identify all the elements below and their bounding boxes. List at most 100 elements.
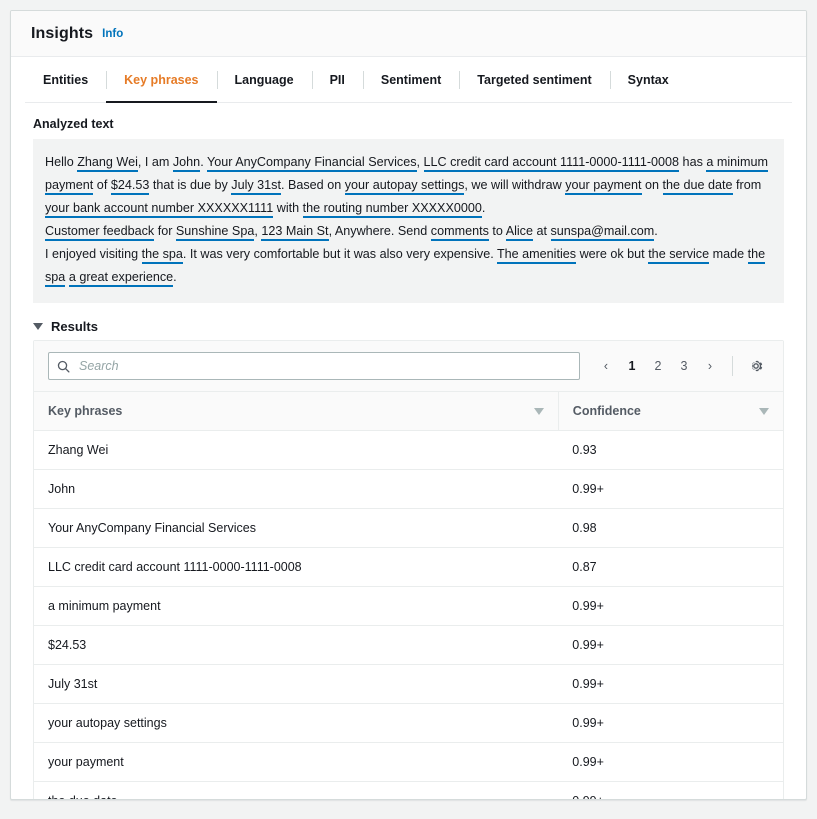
column-header-key-phrases[interactable]: Key phrases <box>34 392 558 431</box>
column-label-confidence: Confidence <box>573 404 641 418</box>
tab-pii[interactable]: PII <box>312 58 363 102</box>
key-phrase-highlight[interactable]: sunspa@mail.com <box>551 224 655 241</box>
search-icon <box>57 360 70 373</box>
pagination-prev-icon[interactable]: ‹ <box>594 354 618 378</box>
cell-confidence: 0.99+ <box>558 743 783 782</box>
key-phrase-highlight[interactable]: Customer feedback <box>45 224 154 241</box>
tab-language[interactable]: Language <box>217 58 312 102</box>
key-phrase-highlight[interactable]: Alice <box>506 224 533 241</box>
table-row[interactable]: your autopay settings0.99+ <box>34 704 783 743</box>
analyzed-text-run: . <box>173 270 177 284</box>
analyzed-text-run: for <box>154 224 176 238</box>
key-phrase-highlight[interactable]: your bank account number XXXXXX1111 <box>45 201 273 218</box>
cell-confidence: 0.99+ <box>558 626 783 665</box>
analyzed-text-run: to <box>489 224 506 238</box>
key-phrase-highlight[interactable]: the service <box>648 247 709 264</box>
key-phrase-highlight[interactable]: your autopay settings <box>345 178 465 195</box>
results-table: Key phrases Confidence <box>34 392 783 800</box>
cell-key-phrase: your autopay settings <box>34 704 558 743</box>
table-row[interactable]: your payment0.99+ <box>34 743 783 782</box>
analyzed-text-label: Analyzed text <box>33 117 784 131</box>
key-phrase-highlight[interactable]: comments <box>431 224 489 241</box>
tab-syntax[interactable]: Syntax <box>610 58 687 102</box>
analyzed-text-run: has <box>679 155 706 169</box>
search-input[interactable] <box>77 358 571 374</box>
cell-confidence: 0.87 <box>558 548 783 587</box>
results-toolbar: ‹ 1 2 3 › <box>34 341 783 392</box>
info-link[interactable]: Info <box>102 28 123 40</box>
gear-icon[interactable] <box>743 353 769 379</box>
cell-key-phrase: a minimum payment <box>34 587 558 626</box>
search-box[interactable] <box>48 352 580 380</box>
analyzed-text-run: with <box>273 201 302 215</box>
cell-key-phrase: $24.53 <box>34 626 558 665</box>
pagination-next-icon[interactable]: › <box>698 354 722 378</box>
tab-sentiment[interactable]: Sentiment <box>363 58 459 102</box>
key-phrase-highlight[interactable]: Zhang Wei <box>77 155 138 172</box>
key-phrase-highlight[interactable]: Your AnyCompany Financial Services <box>207 155 417 172</box>
analyzed-text-run: . <box>200 155 207 169</box>
tab-key-phrases[interactable]: Key phrases <box>106 58 216 102</box>
tab-targeted-sentiment[interactable]: Targeted sentiment <box>459 58 609 102</box>
table-row[interactable]: a minimum payment0.99+ <box>34 587 783 626</box>
key-phrase-highlight[interactable]: July 31st <box>231 178 281 195</box>
pagination-page-1[interactable]: 1 <box>620 354 644 378</box>
sort-descending-icon-confidence[interactable] <box>759 408 769 415</box>
toolbar-divider <box>732 356 733 376</box>
analyzed-text-run: were ok but <box>576 247 648 261</box>
table-row[interactable]: Your AnyCompany Financial Services0.98 <box>34 509 783 548</box>
cell-confidence: 0.99+ <box>558 470 783 509</box>
cell-confidence: 0.99+ <box>558 587 783 626</box>
analyzed-text-run: , <box>417 155 424 169</box>
tab-entities[interactable]: Entities <box>25 58 106 102</box>
key-phrase-highlight[interactable]: the due date <box>663 178 733 195</box>
key-phrase-highlight[interactable]: a great experience <box>69 270 173 287</box>
analyzed-text-run: . Based on <box>281 178 345 192</box>
analyzed-text-run: I enjoyed visiting <box>45 247 142 261</box>
key-phrase-highlight[interactable]: Sunshine Spa <box>176 224 254 241</box>
pagination-page-2[interactable]: 2 <box>646 354 670 378</box>
analyzed-text-run: from <box>733 178 762 192</box>
tab-label: Targeted sentiment <box>477 73 591 87</box>
key-phrase-highlight[interactable]: John <box>173 155 200 172</box>
page-title: Insights <box>31 25 93 43</box>
cell-confidence: 0.99+ <box>558 704 783 743</box>
cell-key-phrase: July 31st <box>34 665 558 704</box>
key-phrase-highlight[interactable]: 123 Main St <box>261 224 328 241</box>
results-table-card: ‹ 1 2 3 › <box>33 340 784 800</box>
sort-descending-icon-key-phrases[interactable] <box>534 408 544 415</box>
cell-confidence: 0.98 <box>558 509 783 548</box>
key-phrase-highlight[interactable]: LLC credit card account 1111-0000-1111-0… <box>424 155 680 172</box>
results-section-toggle[interactable]: Results <box>33 319 784 334</box>
cell-confidence: 0.93 <box>558 431 783 470</box>
key-phrase-highlight[interactable]: the spa <box>142 247 183 264</box>
table-row[interactable]: Zhang Wei0.93 <box>34 431 783 470</box>
tab-label: Syntax <box>628 73 669 87</box>
cell-key-phrase: your payment <box>34 743 558 782</box>
analyzed-text-run: of <box>93 178 111 192</box>
tab-label: Entities <box>43 73 88 87</box>
key-phrase-highlight[interactable]: The amenities <box>497 247 576 264</box>
analyzed-text-run: that is due by <box>149 178 231 192</box>
key-phrase-highlight[interactable]: $24.53 <box>111 178 150 195</box>
table-row[interactable]: the due date0.99+ <box>34 782 783 801</box>
table-row[interactable]: $24.530.99+ <box>34 626 783 665</box>
panel-header: Insights Info <box>11 11 806 57</box>
results-title: Results <box>51 319 98 334</box>
insights-panel: Insights Info EntitiesKey phrasesLanguag… <box>10 10 807 800</box>
analyzed-text-run: , I am <box>138 155 173 169</box>
cell-key-phrase: John <box>34 470 558 509</box>
analyzed-text-run: Hello <box>45 155 77 169</box>
key-phrase-highlight[interactable]: the routing number XXXXX0000 <box>303 201 482 218</box>
analyzed-text-run: , Anywhere. Send <box>329 224 431 238</box>
chevron-down-icon <box>33 323 43 330</box>
key-phrase-highlight[interactable]: your payment <box>565 178 641 195</box>
tabs-wrapper: Entities Key phrasesLanguagePIISentiment T… <box>11 57 806 103</box>
table-row[interactable]: John0.99+ <box>34 470 783 509</box>
column-header-confidence[interactable]: Confidence <box>558 392 783 431</box>
pagination-page-3[interactable]: 3 <box>672 354 696 378</box>
analyzed-text-run: on <box>642 178 663 192</box>
table-row[interactable]: LLC credit card account 1111-0000-1111-0… <box>34 548 783 587</box>
table-row[interactable]: July 31st0.99+ <box>34 665 783 704</box>
analyzed-text-run: at <box>533 224 551 238</box>
